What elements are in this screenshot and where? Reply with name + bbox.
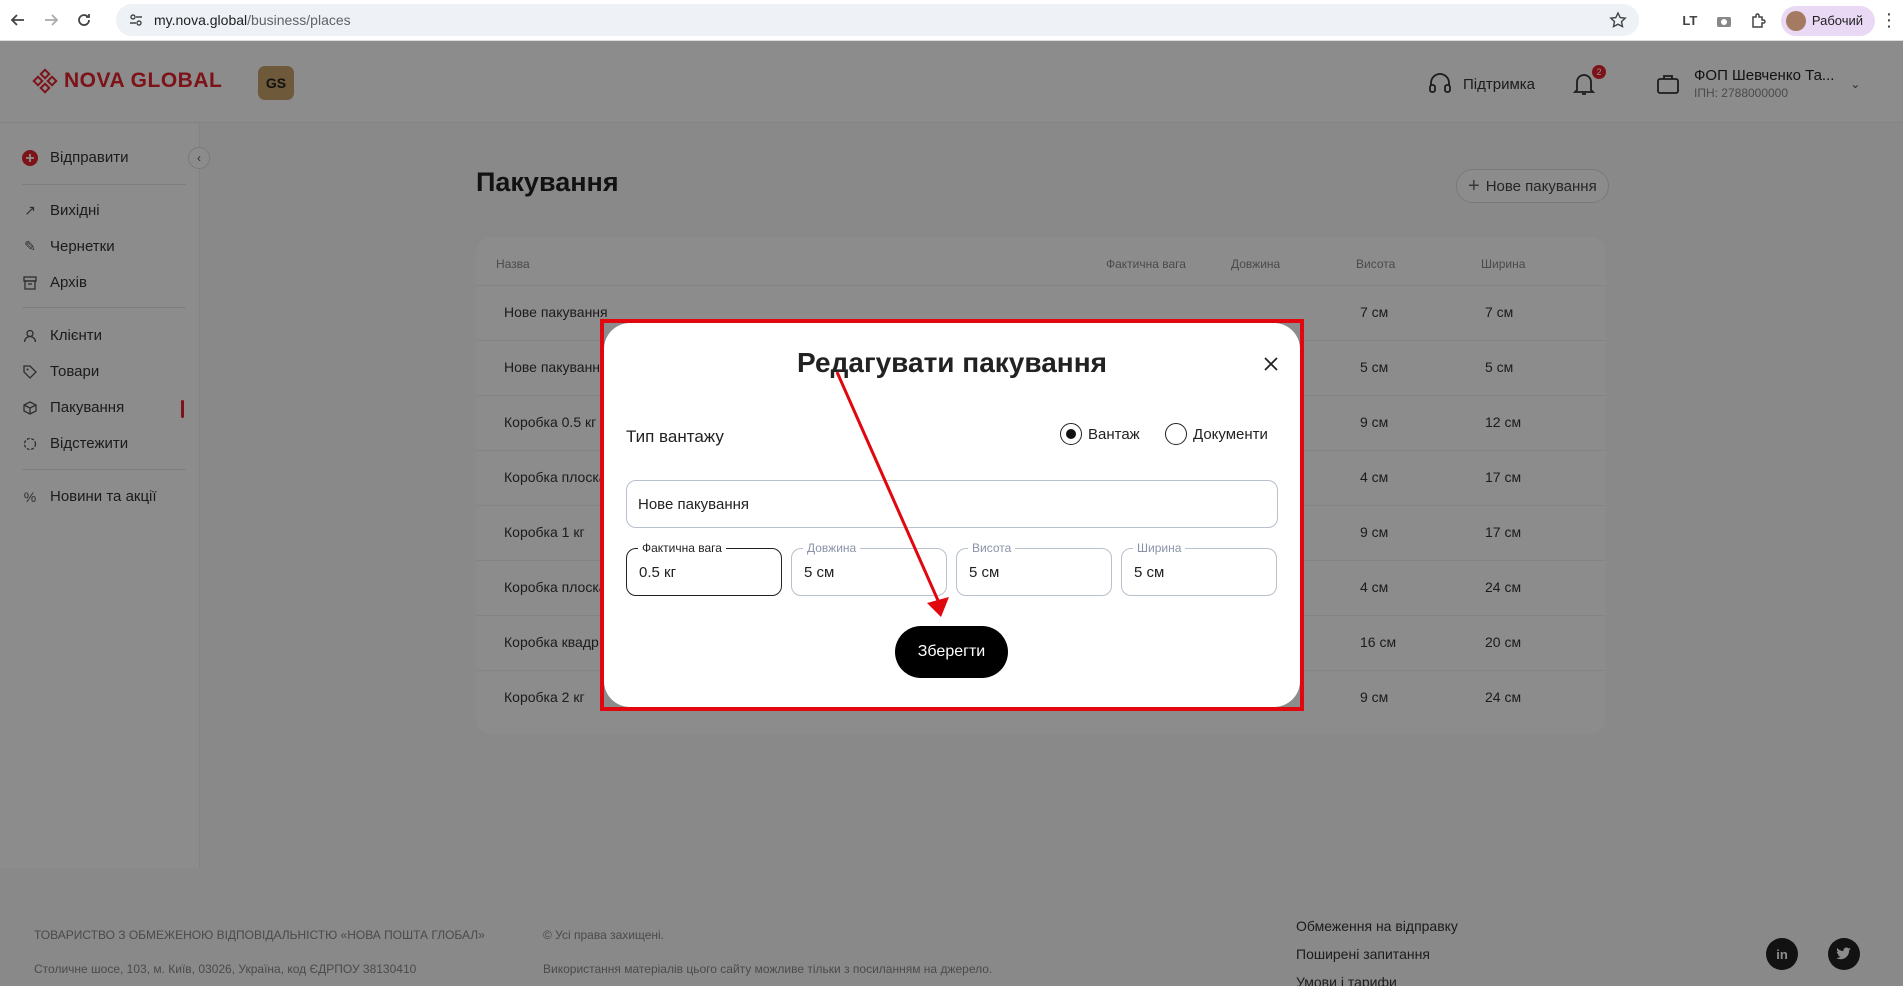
length-label: Довжина (803, 541, 861, 555)
packaging-name-value: Нове пакування (638, 495, 750, 513)
languagetool-extension-icon[interactable]: LT (1673, 6, 1707, 36)
forward-icon[interactable] (36, 5, 66, 35)
browser-toolbar: my.nova.global/business/places LT Рабочи… (0, 0, 1903, 41)
radio-label: Вантаж (1088, 425, 1140, 443)
weight-field[interactable]: Фактична вага 0.5 кг (626, 541, 782, 596)
weight-value: 0.5 кг (639, 564, 677, 581)
browser-menu-icon[interactable]: ⋮ (1875, 10, 1903, 31)
height-label: Висота (968, 541, 1016, 555)
radio-unselected-icon (1165, 423, 1187, 445)
radio-documents[interactable]: Документи (1165, 423, 1268, 445)
radio-selected-icon (1060, 423, 1082, 445)
length-value: 5 см (804, 564, 835, 581)
close-icon[interactable] (1260, 353, 1282, 375)
packaging-name-input[interactable]: Нове пакування (626, 480, 1278, 528)
width-label: Ширина (1133, 541, 1186, 555)
site-settings-icon[interactable] (128, 12, 144, 28)
height-value: 5 см (969, 564, 1000, 581)
camera-extension-icon[interactable] (1707, 6, 1741, 36)
save-button[interactable]: Зберегти (895, 626, 1008, 678)
radio-cargo[interactable]: Вантаж (1060, 423, 1140, 445)
url-text: my.nova.global/business/places (154, 12, 351, 28)
extensions-puzzle-icon[interactable] (1741, 6, 1775, 36)
edit-packaging-dialog: Редагувати пакування Тип вантажу Вантаж … (604, 323, 1300, 707)
weight-label: Фактична вага (638, 541, 726, 555)
width-field[interactable]: Ширина 5 см (1121, 541, 1277, 596)
avatar (1785, 10, 1806, 31)
length-field[interactable]: Довжина 5 см (791, 541, 947, 596)
reload-icon[interactable] (69, 5, 99, 35)
height-field[interactable]: Висота 5 см (956, 541, 1112, 596)
profile-label: Рабочий (1811, 13, 1863, 28)
radio-label: Документи (1193, 425, 1268, 443)
dialog-title: Редагувати пакування (797, 347, 1107, 378)
cargo-type-label: Тип вантажу (626, 427, 724, 446)
address-bar[interactable]: my.nova.global/business/places (116, 4, 1639, 36)
width-value: 5 см (1134, 564, 1165, 581)
bookmark-star-icon[interactable] (1609, 11, 1627, 29)
profile-button[interactable]: Рабочий (1780, 5, 1875, 36)
back-icon[interactable] (3, 5, 33, 35)
